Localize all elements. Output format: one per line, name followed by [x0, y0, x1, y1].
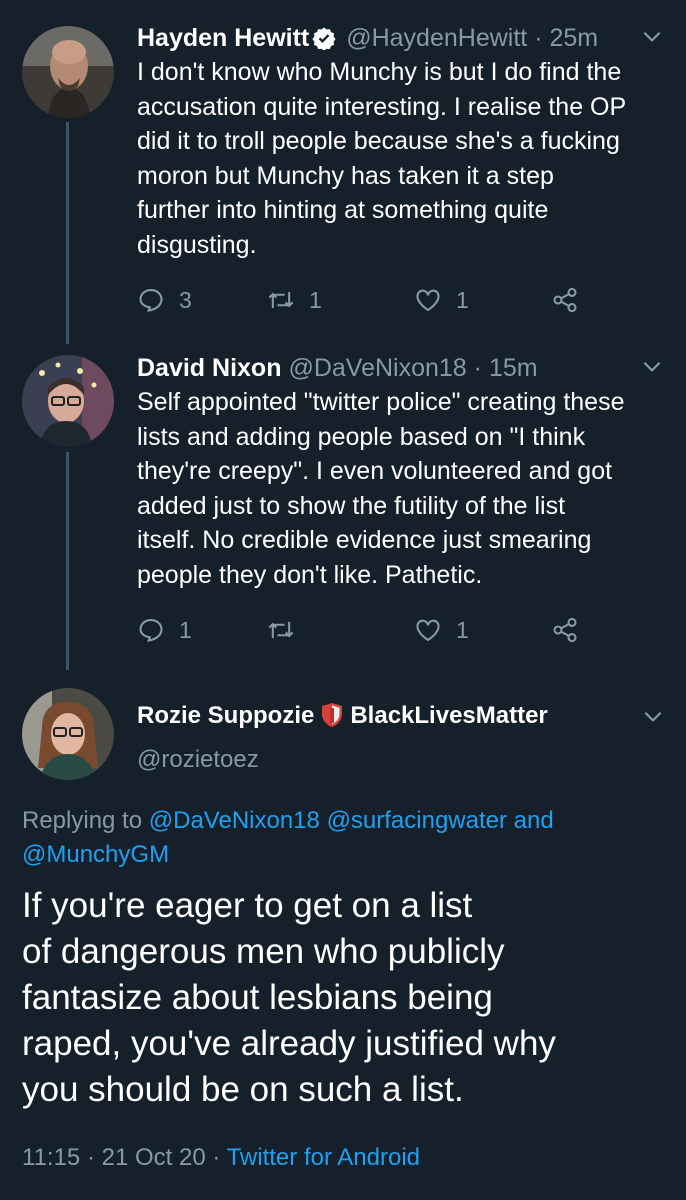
shield-emoji-icon	[320, 702, 344, 728]
share-icon	[553, 287, 577, 313]
user-handle[interactable]: @rozietoez	[137, 744, 259, 776]
tweet-text-line: raped, you've already justified why	[22, 1024, 556, 1063]
tweet-text-line: itself. No credible evidence just smeari…	[137, 526, 592, 554]
tweet-time[interactable]: 25m	[549, 24, 598, 52]
separator: ·	[212, 1144, 221, 1171]
reply-icon	[139, 289, 163, 312]
replying-to: Replying to @DaVeNixon18 @surfacingwater…	[22, 804, 662, 872]
tweet-time[interactable]: 15m	[489, 354, 538, 382]
reply-icon	[139, 619, 163, 642]
tweet-text-line: they're creepy". I even volunteered and …	[137, 457, 613, 485]
tweet-text-line: further into hinting at something quite	[137, 196, 549, 224]
user-handle[interactable]: @DaVeNixon18	[288, 354, 466, 382]
tweet-text-line: of dangerous men who publicly	[22, 932, 505, 971]
tweet-text-line: you should be on such a list.	[22, 1070, 464, 1109]
reply-count: 3	[179, 286, 192, 313]
user-handle[interactable]: @HaydenHewitt	[346, 24, 527, 52]
separator: ·	[473, 354, 482, 382]
tweet-text: Self appointed "twitter police" creating…	[137, 385, 667, 592]
tweet-text-line: If you're eager to get on a list	[22, 886, 473, 925]
tweet-actions: 1 1	[137, 612, 657, 648]
like-count: 1	[456, 286, 469, 313]
tweet-text-line: people they don't like. Pathetic.	[137, 560, 483, 589]
replying-prefix: Replying to	[22, 807, 143, 834]
chevron-down-icon[interactable]	[639, 23, 665, 49]
chevron-down-icon[interactable]	[640, 703, 666, 729]
like-button[interactable]: 1	[414, 282, 469, 318]
tweet-text-line: did it to troll people because she's a f…	[137, 127, 620, 155]
display-name-suffix: BlackLivesMatter	[350, 702, 548, 729]
avatar-rozie-suppozie[interactable]	[22, 688, 114, 780]
tweet-text-line: disgusting.	[137, 230, 257, 259]
tweet-date[interactable]: 21 Oct 20	[102, 1144, 206, 1171]
tweet-text-line: added just to show the futility of the l…	[137, 491, 566, 520]
thread-line	[66, 122, 69, 344]
main-tweet-text: If you're eager to get on a list of dang…	[22, 883, 662, 1113]
like-count: 1	[456, 616, 469, 643]
tweet-text-line: accusation quite interesting. I realise …	[137, 92, 627, 121]
reply-button[interactable]: 1	[137, 612, 192, 648]
verified-badge-icon	[312, 25, 336, 51]
tweet-header: David Nixon @DaVeNixon18 · 15m	[137, 351, 667, 385]
separator: ·	[534, 24, 543, 52]
avatar-hayden-hewitt[interactable]	[22, 26, 114, 118]
reply-mention-link[interactable]: @surfacingwater	[327, 807, 507, 834]
display-name[interactable]: David Nixon	[137, 354, 281, 382]
retweet-button[interactable]	[267, 612, 309, 648]
share-button[interactable]	[551, 282, 593, 318]
tweet-source-link[interactable]: Twitter for Android	[227, 1144, 420, 1171]
tweet-hayden-hewitt[interactable]: Hayden Hewitt @HaydenHewitt · 25m I don'…	[137, 21, 667, 262]
reply-mention-and[interactable]: and	[514, 807, 554, 834]
tweet-text-line: fantasize about lesbians being	[22, 978, 493, 1017]
tweet-text: I don't know who Munchy is but I do find…	[137, 55, 667, 262]
display-name[interactable]: Hayden Hewitt	[137, 24, 309, 52]
retweet-count: 1	[309, 286, 322, 313]
tweet-header: Hayden Hewitt @HaydenHewitt · 25m	[137, 21, 667, 55]
share-icon	[553, 617, 577, 643]
tweet-text-line: lists and adding people based on "I thin…	[137, 422, 586, 451]
retweet-button[interactable]: 1	[267, 282, 322, 318]
tweet-meta: 11:15 · 21 Oct 20 · Twitter for Android	[22, 1142, 420, 1174]
reply-mention-link[interactable]: @DaVeNixon18	[149, 807, 320, 834]
tweet-david-nixon[interactable]: David Nixon @DaVeNixon18 · 15m Self appo…	[137, 351, 667, 592]
like-button[interactable]: 1	[414, 612, 469, 648]
main-tweet-header: Rozie Suppozie BlackLivesMatter	[137, 700, 548, 732]
tweet-actions: 3 1 1	[137, 282, 657, 318]
like-icon	[416, 289, 440, 312]
tweet-text-line: Self appointed "twitter police" creating…	[137, 388, 625, 416]
retweet-icon	[268, 621, 294, 639]
display-name[interactable]: Rozie Suppozie	[137, 702, 314, 729]
like-icon	[416, 619, 440, 642]
thread-line	[66, 452, 69, 670]
tweet-text-line: moron but Munchy has taken it a step	[137, 161, 554, 190]
share-button[interactable]	[551, 612, 593, 648]
reply-count: 1	[179, 616, 192, 643]
tweet-time[interactable]: 11:15	[22, 1144, 80, 1171]
chevron-down-icon[interactable]	[639, 353, 665, 379]
avatar-david-nixon[interactable]	[22, 355, 114, 447]
tweet-text-line: I don't know who Munchy is but I do find…	[137, 58, 622, 86]
reply-mention-link[interactable]: @MunchyGM	[22, 841, 169, 868]
reply-button[interactable]: 3	[137, 282, 192, 318]
retweet-icon	[268, 291, 294, 309]
separator: ·	[86, 1144, 95, 1171]
